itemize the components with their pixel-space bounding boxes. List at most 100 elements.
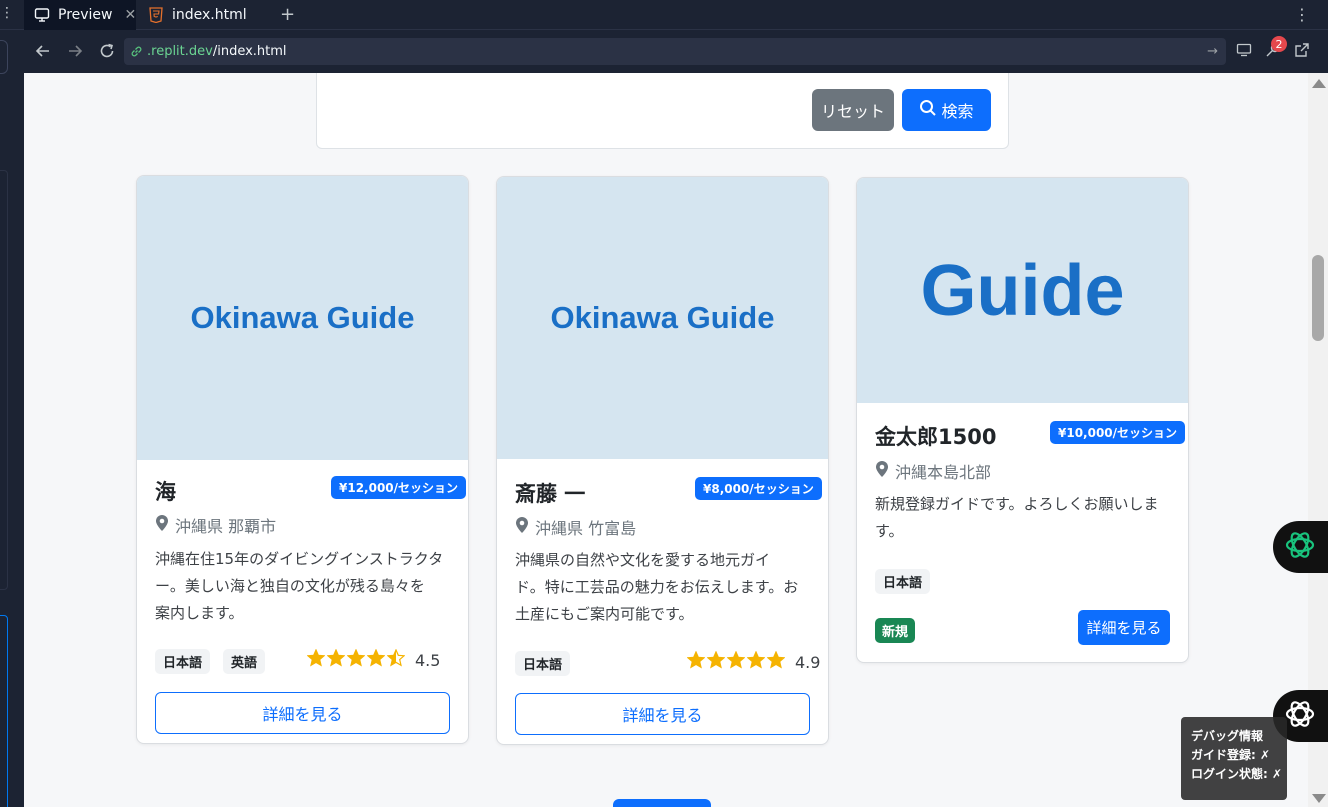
- guide-description: 沖縄在住15年のダイビングインストラクタ ー。美しい海と独自の文化が残る島々を …: [155, 546, 455, 627]
- external-link-icon[interactable]: [1294, 42, 1310, 58]
- forward-arrow-icon[interactable]: [64, 40, 86, 62]
- guide-card: Okinawa Guide 斎藤 一 ¥8,000/セッション 沖縄県 竹富島 …: [496, 176, 829, 745]
- url-domain: .replit.dev: [147, 44, 213, 59]
- ai-assistant-button[interactable]: [1273, 521, 1328, 573]
- new-tab-button[interactable]: +: [280, 4, 295, 25]
- description-line: す。: [875, 522, 904, 540]
- guide-name: 金太郎1500: [875, 425, 997, 449]
- language-tag: 日本語: [515, 651, 571, 676]
- guide-description: 新規登録ガイドです。よろしくお願いしま す。: [875, 491, 1175, 545]
- view-details-button[interactable]: 詳細を見る: [1078, 610, 1170, 645]
- scrollbar-thumb[interactable]: [1312, 255, 1324, 341]
- star-icon: [766, 650, 786, 673]
- card-image: Okinawa Guide: [137, 176, 468, 460]
- star-icon: [346, 648, 366, 671]
- star-rating: [306, 648, 406, 671]
- guide-name: 斎藤 一: [515, 482, 586, 506]
- openai-icon: [1283, 697, 1317, 735]
- back-arrow-icon[interactable]: [32, 40, 54, 62]
- star-icon: [706, 650, 726, 673]
- language-tag: 日本語: [155, 649, 211, 674]
- notification-badge: 2: [1271, 36, 1287, 52]
- star-icon: [386, 648, 406, 671]
- description-line: 新規登録ガイドです。よろしくお願いしま: [875, 495, 1159, 513]
- url-field[interactable]: .replit.dev/index.html →: [124, 38, 1226, 65]
- description-line: 沖縄県の自然や文化を愛する地元ガイ: [515, 551, 771, 569]
- pagination-button[interactable]: [613, 799, 711, 807]
- tab-preview-label: Preview: [58, 7, 113, 23]
- star-rating: [686, 650, 786, 673]
- link-icon: [130, 45, 143, 58]
- card-image: Okinawa Guide: [497, 177, 828, 459]
- price-badge: ¥12,000/セッション: [331, 476, 467, 499]
- description-line: ー。美しい海と独自の文化が残る島々を: [155, 577, 425, 595]
- reset-button[interactable]: リセット: [812, 89, 894, 131]
- guide-card: Guide 金太郎1500 ¥10,000/セッション 沖縄本島北部 新規登録ガ…: [856, 177, 1189, 663]
- left-sidebar-strip: [0, 30, 24, 807]
- search-panel: リセット 検索: [316, 73, 1009, 149]
- description-line: 案内します。: [155, 604, 244, 622]
- tab-preview[interactable]: Preview ✕: [24, 0, 136, 30]
- price-badge: ¥8,000/セッション: [695, 477, 822, 500]
- location: 沖縄県 竹富島: [515, 515, 636, 539]
- description-line: 土産にもご案内可能です。: [515, 605, 694, 623]
- map-pin-icon: [875, 460, 889, 482]
- url-path: /index.html: [212, 44, 287, 59]
- guide-description: 沖縄県の自然や文化を愛する地元ガイ ド。特に工芸品の魅力をお伝えします。お 土産…: [515, 547, 815, 628]
- browser-tab-bar: ⋮ Preview ✕ index.html + ⋮: [0, 0, 1328, 30]
- chatgpt-icon: [1283, 528, 1317, 566]
- menu-icon[interactable]: ⋮: [1294, 5, 1310, 24]
- sidebar-panel-active: [0, 615, 8, 807]
- debug-login-status: ログイン状態: ✗: [1191, 767, 1283, 781]
- location-text: 沖縄県 那覇市: [175, 517, 277, 536]
- devices-icon[interactable]: [1236, 42, 1252, 58]
- guide-card: Okinawa Guide 海 ¥12,000/セッション 沖縄県 那覇市 沖縄…: [136, 175, 469, 744]
- location-text: 沖縄本島北部: [895, 463, 992, 482]
- map-pin-icon: [155, 514, 169, 536]
- star-icon: [306, 648, 326, 671]
- scroll-down-arrow-icon[interactable]: [1312, 794, 1326, 803]
- star-icon: [326, 648, 346, 671]
- scroll-up-arrow-icon[interactable]: [1312, 79, 1326, 88]
- sidebar-panel: [0, 170, 8, 590]
- star-icon: [366, 648, 386, 671]
- view-details-button[interactable]: 詳細を見る: [515, 693, 810, 735]
- location-text: 沖縄県 竹富島: [535, 519, 637, 538]
- price-badge: ¥10,000/セッション: [1050, 421, 1186, 444]
- tab-index-label: index.html: [172, 7, 247, 23]
- language-tag: 英語: [223, 649, 266, 674]
- rating: 4.9: [686, 650, 821, 673]
- language-tag: 日本語: [875, 569, 931, 594]
- go-arrow-icon[interactable]: →: [1207, 44, 1218, 59]
- html5-icon: [148, 7, 164, 23]
- search-icon: [919, 99, 937, 121]
- tab-index-html[interactable]: index.html: [138, 0, 268, 30]
- description-line: 沖縄在住15年のダイビングインストラクタ: [155, 550, 444, 568]
- guide-name: 海: [155, 480, 176, 504]
- rating-value: 4.5: [415, 650, 441, 670]
- star-icon: [726, 650, 746, 673]
- search-button-label: 検索: [941, 102, 974, 121]
- debug-title: デバッグ情報: [1191, 729, 1264, 743]
- new-badge: 新規: [875, 618, 916, 643]
- close-icon[interactable]: ✕: [125, 7, 137, 23]
- description-line: ド。特に工芸品の魅力をお伝えします。お: [515, 578, 799, 596]
- location: 沖縄本島北部: [875, 459, 991, 483]
- debug-guide-status: ガイド登録: ✗: [1191, 748, 1271, 762]
- reload-icon[interactable]: [96, 40, 118, 62]
- search-button[interactable]: 検索: [902, 89, 991, 131]
- rating: 4.5: [306, 648, 441, 671]
- location: 沖縄県 那覇市: [155, 513, 276, 537]
- rating-value: 4.9: [795, 652, 821, 672]
- star-icon: [686, 650, 706, 673]
- address-bar: .replit.dev/index.html →: [24, 30, 1328, 73]
- preview-viewport: リセット 検索 Okinawa Guide 海 ¥12,000/セッション 沖縄…: [24, 73, 1328, 807]
- monitor-icon: [34, 7, 50, 23]
- debug-info-panel: デバッグ情報 ガイド登録: ✗ ログイン状態: ✗: [1181, 717, 1287, 800]
- view-details-button[interactable]: 詳細を見る: [155, 692, 450, 734]
- more-vertical-icon[interactable]: ⋮: [0, 5, 14, 21]
- sidebar-box: [0, 40, 8, 74]
- map-pin-icon: [515, 516, 529, 538]
- card-image: Guide: [857, 178, 1188, 403]
- star-icon: [746, 650, 766, 673]
